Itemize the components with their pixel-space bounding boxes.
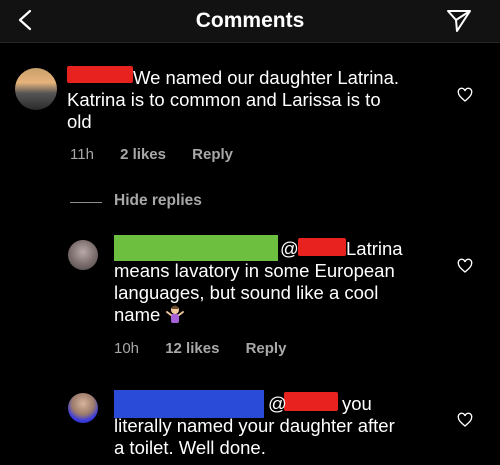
comment-line: old xyxy=(67,111,92,132)
comment-line: Latrina xyxy=(346,238,403,259)
reply-text: @ you literally named your daughter afte… xyxy=(114,393,444,459)
divider xyxy=(70,202,102,203)
reply-button[interactable]: Reply xyxy=(192,146,233,163)
reply-text: @ Latrina means lavatory in some Europea… xyxy=(114,238,444,326)
mention-at: @ xyxy=(268,393,287,414)
comment-line: name xyxy=(114,304,161,325)
avatar[interactable] xyxy=(68,393,98,423)
comment-line: a toilet. Well done. xyxy=(114,437,266,458)
avatar[interactable] xyxy=(68,240,98,270)
comment-line: languages, but sound like a cool xyxy=(114,282,379,303)
comment-line: means lavatory in some European xyxy=(114,260,395,281)
likes-count[interactable]: 2 likes xyxy=(120,146,166,163)
person-shrugging-emoji xyxy=(166,305,185,323)
avatar[interactable] xyxy=(15,68,57,110)
comment-text: We named our daughter Latrina. Katrina i… xyxy=(67,67,437,133)
likes-count[interactable]: 12 likes xyxy=(165,340,219,357)
paper-plane-icon[interactable] xyxy=(445,7,473,35)
comment-line: Katrina is to common and Larissa is to xyxy=(67,89,381,110)
heart-icon[interactable] xyxy=(457,412,473,428)
comment-time: 10h xyxy=(114,340,140,357)
heart-icon[interactable] xyxy=(457,258,473,274)
reply-button[interactable]: Reply xyxy=(246,340,287,357)
reply-meta: 10h 12 likes Reply xyxy=(114,340,308,357)
top-bar: Comments xyxy=(0,0,500,43)
comment-line: We named our daughter Latrina. xyxy=(133,67,400,88)
page-title: Comments xyxy=(195,9,305,32)
heart-icon[interactable] xyxy=(457,87,473,103)
comment-line: literally named your daughter after xyxy=(114,415,395,436)
comment-line: you xyxy=(342,393,372,414)
comment-time: 11h xyxy=(70,146,94,163)
mention-at: @ xyxy=(280,238,299,259)
comment-meta: 11h 2 likes Reply xyxy=(70,146,255,163)
hide-replies-button[interactable]: Hide replies xyxy=(114,192,202,210)
